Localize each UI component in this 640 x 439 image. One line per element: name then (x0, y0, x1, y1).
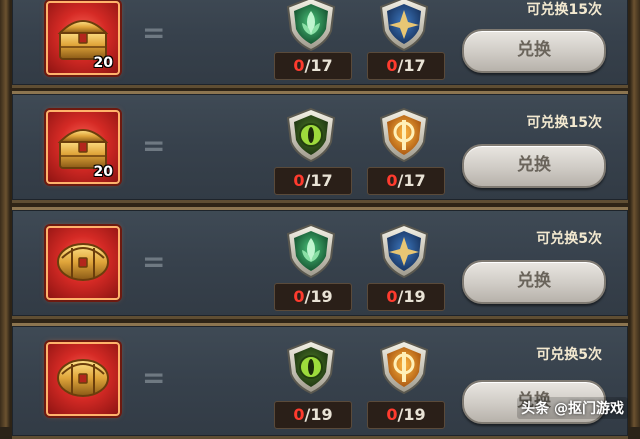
chest-slot[interactable] (46, 342, 120, 416)
chest-slot[interactable]: 20 (46, 1, 120, 75)
green-leaf-shield-icon (286, 223, 336, 279)
exchange-limit-text: 可兑换5次 (536, 231, 602, 247)
green-eye-shield-icon (286, 107, 336, 163)
material-counter: 0/17 (274, 52, 352, 80)
chest-slot[interactable] (46, 226, 120, 300)
green-leaf-shield-icon (286, 0, 336, 52)
exchange-limit-text: 可兑换15次 (526, 2, 602, 18)
equals-sign: = (142, 245, 166, 278)
exchange-row: = 0/19 0/19 可兑换5次 兑换 (12, 323, 628, 439)
chest-count: 20 (93, 164, 113, 180)
material-counter: 0/19 (274, 283, 352, 311)
exchange-row: 20 = 0/17 0/17 可兑换15次 兑换 (12, 0, 628, 88)
material-counter: 0/19 (367, 283, 445, 311)
treasure-chest-icon (57, 359, 109, 397)
exchange-button[interactable]: 兑换 (462, 260, 606, 304)
material-counter: 0/17 (367, 167, 445, 195)
blue-star-shield-icon (379, 223, 429, 279)
material-counter: 0/17 (367, 52, 445, 80)
equals-sign: = (142, 361, 166, 394)
orange-sun-shield-icon (379, 107, 429, 163)
material-counter: 0/19 (274, 401, 352, 429)
chest-count: 20 (93, 55, 113, 71)
treasure-chest-icon (57, 243, 109, 281)
chest-slot[interactable]: 20 (46, 110, 120, 184)
exchange-limit-text: 可兑换15次 (526, 115, 602, 131)
blue-star-shield-icon (379, 0, 429, 52)
green-eye-shield-icon (286, 339, 336, 395)
exchange-row: = 0/19 0/19 可兑换5次 兑换 (12, 207, 628, 319)
exchange-row: 20 = 0/17 0/17 可兑换15次 兑换 (12, 91, 628, 203)
exchange-button[interactable]: 兑换 (462, 144, 606, 188)
orange-sun-shield-icon (379, 339, 429, 395)
material-counter: 0/17 (274, 167, 352, 195)
material-counter: 0/19 (367, 401, 445, 429)
equals-sign: = (142, 129, 166, 162)
exchange-button[interactable]: 兑换 (462, 29, 606, 73)
exchange-limit-text: 可兑换5次 (536, 347, 602, 363)
watermark: 头条 @抠门游戏 (517, 397, 628, 419)
equals-sign: = (142, 16, 166, 49)
